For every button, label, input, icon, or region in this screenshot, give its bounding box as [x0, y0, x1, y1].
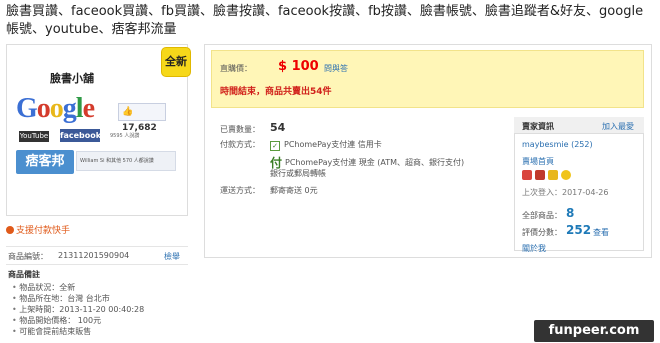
medal-icon [561, 170, 571, 180]
price-value: $ 100 [278, 59, 319, 74]
lock-icon [548, 170, 558, 180]
item-number-label: 商品編號： [8, 252, 48, 261]
total-items-label: 全部商品： [522, 211, 562, 220]
pay-fast-icon [6, 226, 14, 234]
sold-label: 已賣數量： [220, 125, 260, 134]
qa-link[interactable]: 問與答 [324, 63, 348, 74]
page-title: 臉書買讚、faceook買讚、fb買讚、臉書按讚、faceook按讚、fb按讚、… [6, 4, 644, 37]
item-number: 21311201590904 [58, 251, 130, 260]
notes-title: 商品備註 [8, 270, 40, 279]
product-notes: 商品備註 物品狀況：全新 物品所在地：台灣 台北市 上架時間：2013-11-2… [6, 264, 188, 337]
youtube-logo: YouTube [19, 131, 49, 142]
price-label: 直購價： [220, 64, 252, 73]
watermark: funpeer.com [534, 320, 654, 342]
seller-name-link[interactable]: maybesmie (252) [522, 140, 593, 149]
new-badge: 全新 [161, 47, 191, 77]
item-number-row: 商品編號： 21311201590904 檢舉 [6, 246, 188, 262]
check-icon [535, 170, 545, 180]
credit-card-icon: ✓ [270, 141, 280, 151]
list-item: 物品開始價格： 100元 [12, 315, 188, 326]
payment-option-transfer: 銀行或郵局轉帳 [270, 169, 326, 178]
seller-badges [522, 170, 574, 183]
ended-status: 時間結束，商品共賣出54件 [220, 87, 332, 97]
pixnet-logo: 痞客邦 [16, 150, 74, 174]
seller-title: 賣家資訊 [522, 122, 554, 131]
small-like-text: 9595 人說讚 [110, 133, 140, 139]
seller-home-link[interactable]: 賣場首頁 [522, 156, 554, 167]
about-me-link[interactable]: 關於我 [522, 243, 546, 254]
list-item: 物品所在地：台灣 台北市 [12, 293, 188, 304]
last-login: 上次登入：2017-04-26 [522, 188, 609, 197]
shipping-value: 郵寄寄送 0元 [270, 186, 318, 195]
badge-icon [522, 170, 532, 180]
list-item: 物品狀況：全新 [12, 282, 188, 293]
payment-option-card: ✓ PChomePay支付連 信用卡 [270, 139, 382, 151]
fb-like-bar: William Si 和其他 570 人都說讚 [76, 151, 176, 171]
report-link[interactable]: 檢舉 [164, 251, 180, 262]
shop-name: 臉書小舖 [50, 72, 94, 85]
like-count-badge: 👍 17,682 [118, 103, 166, 133]
price-box [211, 50, 644, 108]
shipping-label: 運送方式： [220, 186, 260, 195]
list-item: 上架時間：2013-11-20 00:40:28 [12, 304, 188, 315]
rating-label: 評價分數： [522, 228, 562, 237]
list-item: 可能會提前結束販售 [12, 326, 188, 337]
rating-value[interactable]: 252 [566, 223, 591, 237]
payment-label: 付款方式： [220, 140, 260, 149]
pay-fast-badge[interactable]: 支援付款快手 [6, 223, 70, 236]
sold-value: 54 [270, 121, 286, 134]
rating-view-link[interactable]: 查看 [593, 227, 609, 238]
google-logo: Google [16, 93, 95, 124]
total-items-value[interactable]: 8 [566, 206, 574, 220]
add-favorite-link[interactable]: 加入最愛 [602, 121, 634, 132]
facebook-logo: facebook [60, 129, 102, 142]
